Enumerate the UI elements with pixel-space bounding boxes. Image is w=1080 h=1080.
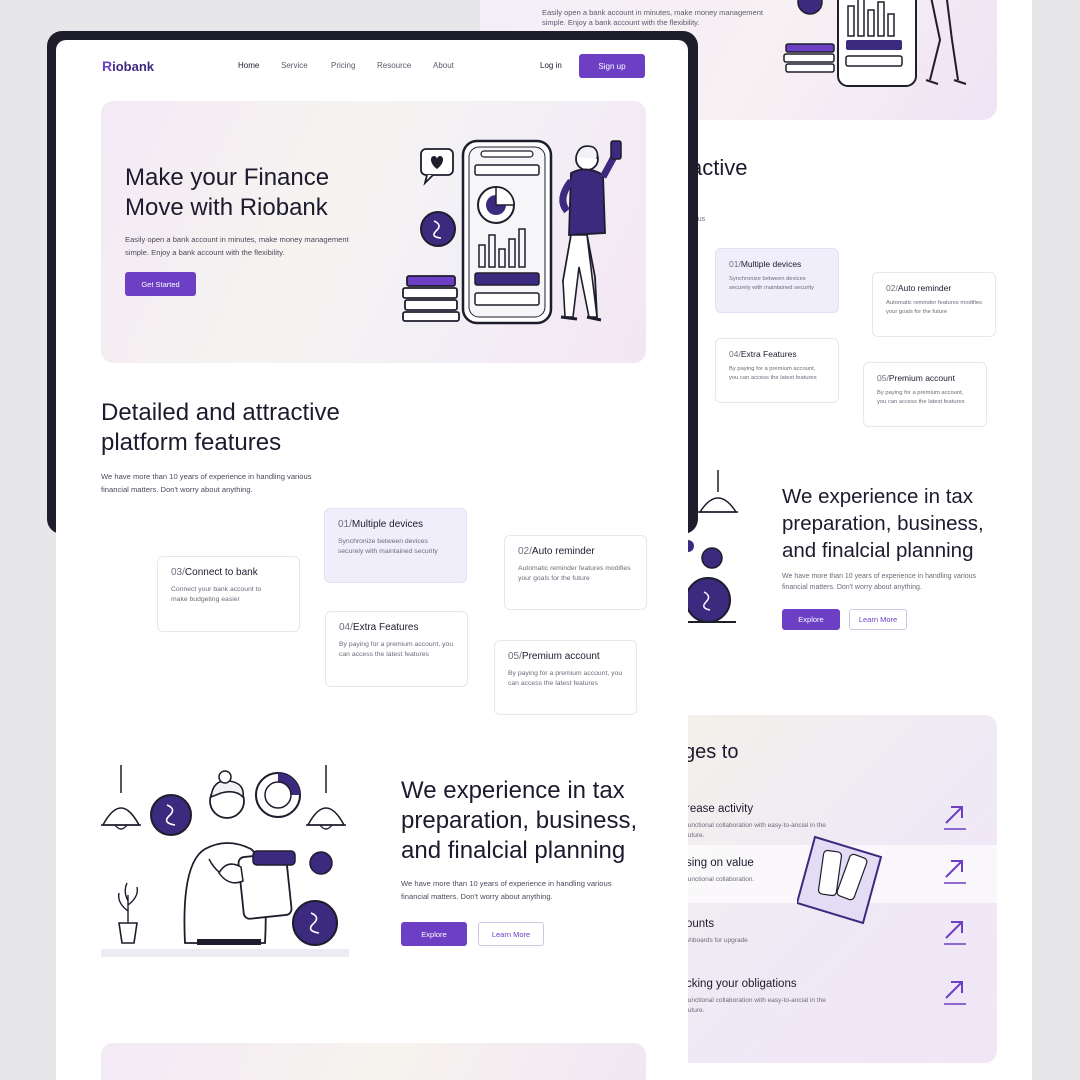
back-feature-card-auto-reminder[interactable]: 02/Auto reminder Automatic reminder feat… xyxy=(872,272,996,337)
feature-card-number: 01/ xyxy=(338,519,352,530)
feature-card-description: By paying for a premium account, you can… xyxy=(339,641,454,658)
arrow-up-right-icon[interactable] xyxy=(942,803,968,831)
feature-card-number: 05/ xyxy=(508,651,522,662)
arrow-up-right-icon[interactable] xyxy=(942,978,968,1006)
brand-logo-text: iobank xyxy=(112,58,155,74)
back-learn-more-button[interactable]: Learn More xyxy=(849,609,907,630)
back-card-title: Premium account xyxy=(888,373,955,383)
get-started-button[interactable]: Get Started xyxy=(125,272,196,296)
back-benefit-title: ounts xyxy=(686,918,715,930)
back-card-number: 02/ xyxy=(886,283,898,293)
back-features-title-fragment: active xyxy=(690,155,748,180)
feature-card-multiple-devices[interactable]: 01/Multiple devices Synchronize between … xyxy=(324,508,467,583)
hero-description: Easily open a bank account in minutes, m… xyxy=(125,235,349,257)
features-description: We have more than 10 years of experience… xyxy=(101,472,312,494)
back-benefit-title: rease activity xyxy=(686,803,754,815)
arrow-up-right-icon[interactable] xyxy=(942,918,968,946)
phone-card-illustration xyxy=(797,835,883,925)
tax-description: We have more than 10 years of experience… xyxy=(401,879,612,901)
feature-card-description: By paying for a premium account, you can… xyxy=(508,670,623,687)
hero-phone-illustration xyxy=(402,139,622,325)
feature-card-description: Connect your bank account to make budget… xyxy=(171,586,262,603)
back-card-description: By paying for a premium account, you can… xyxy=(877,390,965,405)
feature-card-premium-account[interactable]: 05/Premium account By paying for a premi… xyxy=(494,640,637,715)
feature-card-extra-features[interactable]: 04/Extra Features By paying for a premiu… xyxy=(325,611,468,687)
back-card-number: 04/ xyxy=(729,349,741,359)
back-benefit-title: cking your obligations xyxy=(686,978,797,990)
hero-section: Make your Finance Move with Riobank Easi… xyxy=(101,101,646,363)
nav-service[interactable]: Service xyxy=(281,61,308,70)
feature-card-number: 02/ xyxy=(518,546,532,557)
nav-about[interactable]: About xyxy=(433,61,454,70)
back-card-title: Auto reminder xyxy=(897,283,952,293)
feature-card-number: 03/ xyxy=(171,567,185,578)
feature-card-title: Auto reminder xyxy=(531,546,595,557)
explore-button[interactable]: Explore xyxy=(401,922,467,946)
back-card-description: Automatic reminder features modifies you… xyxy=(886,300,983,315)
nav-resource[interactable]: Resource xyxy=(377,61,411,70)
top-navbar: Riobank Home Service Pricing Resource Ab… xyxy=(56,40,688,92)
login-link[interactable]: Log in xyxy=(540,61,562,70)
brand-logo-initial: R xyxy=(102,58,113,74)
feature-card-title: Premium account xyxy=(521,651,600,662)
learn-more-button[interactable]: Learn More xyxy=(478,922,544,946)
hero-title: Make your Finance Move with Riobank xyxy=(125,164,330,221)
feature-card-number: 04/ xyxy=(339,622,353,633)
features-title: Detailed and attractive platform feature… xyxy=(101,399,340,456)
feature-card-description: Synchronize between devices securely wit… xyxy=(338,538,438,555)
back-explore-button[interactable]: Explore xyxy=(782,609,840,630)
back-feature-card-extra-features[interactable]: 04/Extra Features By paying for a premiu… xyxy=(715,338,839,403)
arrow-up-right-icon[interactable] xyxy=(942,857,968,885)
feature-card-title: Multiple devices xyxy=(351,519,424,530)
back-card-title: Multiple devices xyxy=(740,259,802,269)
feature-card-auto-reminder[interactable]: 02/Auto reminder Automatic reminder feat… xyxy=(504,535,647,610)
nav-home[interactable]: Home xyxy=(238,61,259,70)
back-benefits-panel: ges to rease activity functional collabo… xyxy=(660,715,997,1063)
back-benefit-description: shboards for upgrade xyxy=(686,937,748,944)
back-tax-title: We experience in tax preparation, busine… xyxy=(782,485,984,562)
feature-card-description: Automatic reminder features modifies you… xyxy=(518,565,631,582)
back-hero-illustration xyxy=(783,0,967,87)
brand-logo[interactable]: Riobank xyxy=(102,58,154,74)
feature-card-connect-to-bank[interactable]: 03/Connect to bank Connect your bank acc… xyxy=(157,556,300,632)
front-page-mockup: Riobank Home Service Pricing Resource Ab… xyxy=(56,40,688,1080)
back-feature-card-multiple-devices[interactable]: 01/Multiple devices Synchronize between … xyxy=(715,248,839,313)
back-hero-description: Easily open a bank account in minutes, m… xyxy=(542,8,763,27)
next-section-preview xyxy=(101,1043,646,1080)
back-card-description: Synchronize between devices securely wit… xyxy=(729,276,815,291)
back-card-number: 01/ xyxy=(729,259,741,269)
back-benefit-description: functional collaboration with easy-to-an… xyxy=(686,997,826,1014)
back-benefit-title: sing on value xyxy=(686,857,754,869)
feature-card-title: Connect to bank xyxy=(184,567,258,578)
list-item[interactable]: cking your obligations functional collab… xyxy=(660,966,997,1024)
back-card-description: By paying for a premium account, you can… xyxy=(729,366,817,381)
back-card-title: Extra Features xyxy=(740,349,797,359)
signup-button[interactable]: Sign up xyxy=(579,54,645,78)
back-tax-description: We have more than 10 years of experience… xyxy=(782,573,977,591)
back-benefits-heading-fragment: ges to xyxy=(684,741,739,763)
back-feature-card-premium-account[interactable]: 05/Premium account By paying for a premi… xyxy=(863,362,987,427)
tax-title: We experience in tax preparation, busine… xyxy=(401,777,638,864)
nav-pricing[interactable]: Pricing xyxy=(331,61,355,70)
back-card-number: 05/ xyxy=(877,373,889,383)
feature-card-title: Extra Features xyxy=(352,622,419,633)
tax-illustration xyxy=(101,765,349,957)
